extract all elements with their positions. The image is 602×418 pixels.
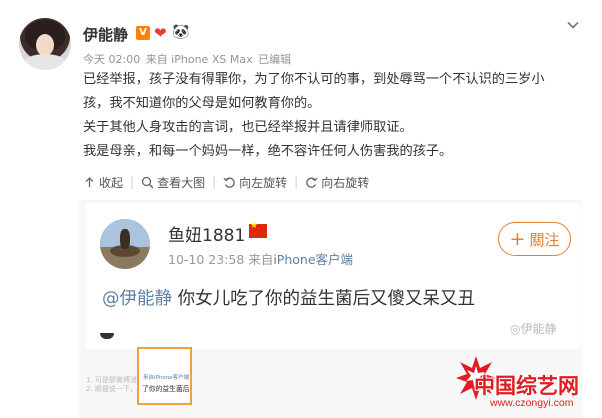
chevron-down-icon[interactable] [567, 19, 579, 31]
username[interactable]: 伊能静 [83, 24, 128, 45]
reposter-meta: 10-10 23:58 来自iPhone客户端 [168, 249, 353, 268]
reposter-time: 10-10 23:58 [168, 252, 245, 267]
follow-label: 關注 [529, 230, 560, 249]
divider: | [130, 175, 135, 189]
screenshot-card[interactable] [86, 203, 581, 333]
view-large-button[interactable]: 查看大图 [141, 174, 205, 191]
rotate-right-label: 向右旋转 [321, 175, 370, 190]
rotate-left-label: 向左旋转 [239, 175, 288, 190]
divider: | [212, 175, 217, 189]
rotate-left-button[interactable]: 向左旋转 [223, 174, 287, 191]
thumbnail-unselected[interactable]: 1. 可是那微博消 2. 顺便说一下，… [86, 376, 144, 394]
reposter-text-body: 你女儿吃了你的益生菌后又傻又呆又丑 [172, 289, 476, 309]
post-text-line: 我是母亲，和每一个妈妈一样，绝不容许任何人伤害我的孩子。 [83, 144, 453, 159]
china-flag-icon [249, 221, 267, 238]
post-edited[interactable]: 已编辑 [258, 53, 291, 66]
rotate-right-button[interactable]: 向右旋转 [305, 174, 369, 191]
post-text: 已经举报，孩子没有得罪你，为了你不认可的事，到处辱骂一个不认识的三岁小 孩，我不… [83, 68, 588, 164]
reposter-text: @伊能静 你女儿吃了你的益生菌后又傻又呆又丑 [102, 285, 475, 310]
follow-button: + 關注 [498, 222, 571, 256]
reposter-source: iPhone客户端 [273, 252, 354, 267]
panda-icon: 🐼 [172, 24, 190, 40]
thumbnail-text-line: 2. 顺便说一下，… [86, 385, 144, 393]
site-logo-url: www.czongyi.com [490, 397, 574, 409]
avatar-rider [120, 229, 130, 249]
thumbnail-selected[interactable]: 来自iPhone客户端 了你的益生菌后 [137, 347, 192, 405]
reposter-name: 鱼妞1881 [168, 226, 246, 246]
plus-icon: + [509, 227, 526, 250]
image-action-bar: 收起 | 查看大图 | 向左旋转 | 向右旋转 [83, 172, 369, 192]
post-source: 来自 iPhone XS Max [145, 53, 253, 66]
rotate-right-icon [306, 177, 318, 188]
avatar-shoulder [23, 54, 67, 70]
site-logo-title: 中国综艺网 [474, 374, 579, 398]
reposter-avatar [100, 219, 150, 269]
post-text-line: 已经举报，孩子没有得罪你，为了你不认可的事，到处辱骂一个不认识的三岁小 [83, 72, 545, 87]
weibo-watermark: ◎伊能静 [510, 322, 557, 336]
collapse-label: 收起 [99, 175, 124, 190]
site-logo: 中国综艺网 www.czongyi.com [456, 356, 602, 416]
thumbnail-text-line: 了你的益生菌后 [142, 385, 190, 393]
weibo-post: 伊能静 V ❤ 🐼 今天 02:00 来自 iPhone XS Max 已编辑 … [0, 0, 602, 418]
post-text-line: 孩，我不知道你的父母是如何教育你的。 [83, 96, 321, 111]
rotate-left-icon [223, 177, 235, 188]
post-time[interactable]: 今天 02:00 [83, 53, 140, 66]
mention-link: @伊能静 [102, 289, 172, 309]
post-meta: 今天 02:00 来自 iPhone XS Max 已编辑 [83, 51, 293, 67]
collapse-button[interactable]: 收起 [83, 174, 123, 191]
avatar-face [36, 34, 54, 56]
post-text-line: 关于其他人身攻击的言词，也已经举报并且请律师取证。 [83, 120, 413, 135]
reposter-source-prefix: 来自 [248, 252, 274, 267]
arrow-up-icon [85, 176, 94, 187]
divider: | [294, 175, 299, 189]
next-avatar-fragment [100, 333, 114, 339]
verified-badge-icon: V [136, 26, 150, 40]
view-large-label: 查看大图 [157, 175, 206, 190]
heart-icon: ❤ [154, 24, 167, 42]
user-avatar[interactable] [19, 18, 71, 70]
thumbnail-text-line: 1. 可是那微博消 [86, 376, 137, 384]
thumbnail-text-line: 来自iPhone客户端 [143, 375, 190, 381]
magnify-icon [141, 176, 154, 188]
